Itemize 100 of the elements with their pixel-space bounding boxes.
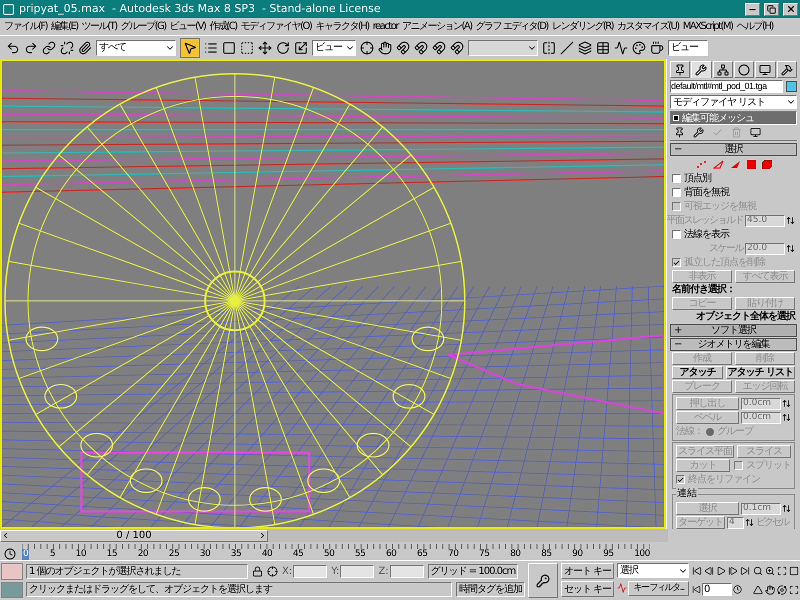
pan-icon[interactable] bbox=[765, 584, 775, 595]
square-icon[interactable] bbox=[222, 40, 236, 54]
max-listener-swatch[interactable] bbox=[1, 563, 23, 580]
palette-icon[interactable] bbox=[632, 40, 646, 54]
cup-icon[interactable] bbox=[650, 40, 664, 54]
selection-filter-dropdown[interactable]: すべて bbox=[96, 40, 176, 56]
coordinate-field[interactable] bbox=[293, 564, 328, 578]
menu-item[interactable]: MAXScript(M) bbox=[680, 19, 734, 34]
menu-item[interactable]: カスタマイズ(U) bbox=[615, 19, 681, 34]
table-icon[interactable] bbox=[596, 40, 610, 54]
layers-icon[interactable] bbox=[578, 40, 592, 54]
skip-forward-icon[interactable] bbox=[740, 566, 750, 576]
mirror-icon[interactable] bbox=[542, 40, 556, 54]
magnet-icon[interactable] bbox=[396, 40, 410, 54]
redo-icon[interactable] bbox=[24, 40, 38, 54]
paperclip-icon[interactable] bbox=[78, 40, 92, 54]
auto-key-button[interactable]: オート キー bbox=[560, 563, 614, 579]
polygon-square-icon[interactable] bbox=[746, 160, 756, 168]
magnet-icon[interactable] bbox=[450, 40, 464, 54]
checkbox[interactable] bbox=[672, 230, 681, 239]
link-icon[interactable] bbox=[42, 40, 56, 54]
vertex-dots-icon[interactable] bbox=[696, 160, 706, 168]
rollout-header[interactable]: − ジオメトリを編集 bbox=[670, 338, 797, 351]
menu-item[interactable]: ビュー(V) bbox=[168, 19, 208, 34]
time-tag-field[interactable]: 時間タグを追加 bbox=[456, 582, 525, 596]
object-color-swatch[interactable] bbox=[786, 81, 797, 92]
set-key-button[interactable] bbox=[528, 563, 558, 598]
panel-tab[interactable] bbox=[734, 61, 754, 78]
spinner-arrows-icon[interactable] bbox=[786, 244, 795, 253]
app-icon[interactable] bbox=[2, 2, 15, 16]
lock-icon[interactable] bbox=[252, 566, 263, 576]
scale-icon[interactable] bbox=[294, 40, 308, 54]
config-icon[interactable] bbox=[750, 127, 761, 138]
zoom-icon[interactable] bbox=[753, 566, 763, 576]
time-slider-thumb[interactable]: 0 / 100 bbox=[0, 530, 268, 542]
element-cube-icon[interactable] bbox=[762, 160, 772, 168]
field-of-view-icon[interactable] bbox=[753, 584, 763, 595]
zoom-extents-icon[interactable] bbox=[777, 566, 787, 576]
magnet-icon[interactable] bbox=[432, 40, 446, 54]
undo-icon[interactable] bbox=[6, 40, 20, 54]
menu-item[interactable]: アニメーション(A) bbox=[400, 19, 474, 34]
pin-icon[interactable] bbox=[674, 127, 685, 138]
minimize-button[interactable] bbox=[745, 2, 760, 16]
spinner-arrows-icon[interactable] bbox=[786, 216, 795, 225]
face-triangle-icon[interactable] bbox=[730, 160, 740, 168]
panel-tab[interactable] bbox=[712, 61, 733, 78]
unlink-icon[interactable] bbox=[60, 40, 74, 54]
move-icon[interactable] bbox=[258, 40, 272, 54]
set-key-mode-button[interactable]: セット キー bbox=[560, 581, 614, 597]
restore-button[interactable] bbox=[764, 2, 779, 16]
max-listener-swatch[interactable] bbox=[1, 582, 23, 598]
named-selection-dropdown[interactable] bbox=[468, 40, 538, 56]
key-set-dropdown[interactable]: 選択 bbox=[617, 563, 689, 578]
track-bar-icon[interactable] bbox=[4, 548, 16, 560]
dashed-square-icon[interactable] bbox=[240, 40, 254, 54]
menu-item[interactable]: キャラクタ(H) bbox=[313, 19, 371, 34]
maximize-viewport-icon[interactable] bbox=[789, 584, 799, 595]
spinner-arrows-icon[interactable] bbox=[782, 399, 791, 408]
coordinate-field[interactable] bbox=[390, 564, 424, 578]
spinner-arrows-icon[interactable] bbox=[745, 518, 754, 527]
menu-item[interactable]: 編集(E) bbox=[49, 19, 80, 34]
menu-item[interactable]: ファイル(F) bbox=[2, 19, 50, 34]
skip-back-icon[interactable] bbox=[692, 566, 702, 576]
panel-button[interactable]: アタッチ bbox=[672, 366, 723, 379]
time-slider-track[interactable]: 0 / 100 bbox=[0, 529, 668, 542]
current-frame-field[interactable]: 0 bbox=[702, 582, 732, 596]
menu-item[interactable]: ヘルプ(H) bbox=[734, 19, 775, 34]
check-icon[interactable] bbox=[712, 127, 723, 138]
menu-item[interactable]: グループ(G) bbox=[118, 19, 168, 34]
panel-tab[interactable] bbox=[776, 61, 797, 78]
wrench-icon[interactable] bbox=[693, 127, 704, 138]
rotate-icon[interactable] bbox=[276, 40, 290, 54]
step-forward-icon[interactable] bbox=[728, 566, 738, 576]
render-dropdown[interactable]: ビュー bbox=[668, 40, 708, 56]
panel-button[interactable]: アタッチ リスト bbox=[726, 366, 795, 379]
play-icon[interactable] bbox=[716, 566, 726, 576]
close-button[interactable] bbox=[783, 2, 798, 16]
checkbox[interactable] bbox=[672, 188, 681, 197]
menu-item[interactable]: モディファイヤ(O) bbox=[238, 19, 314, 34]
panel-tab[interactable] bbox=[691, 61, 712, 78]
curve-icon[interactable] bbox=[614, 40, 628, 54]
panel-tab[interactable] bbox=[755, 61, 776, 78]
rollout-header[interactable]: − 選択 bbox=[670, 143, 797, 156]
menu-item[interactable]: 作成(C) bbox=[207, 19, 239, 34]
hand-icon[interactable] bbox=[378, 40, 392, 54]
panel-tab[interactable] bbox=[670, 61, 690, 78]
zoom-all-icon[interactable] bbox=[765, 566, 775, 576]
rollout-header[interactable]: + ソフト選択 bbox=[670, 324, 797, 337]
menu-item[interactable]: グラフ エディタ(D) bbox=[474, 19, 550, 34]
modifier-list-dropdown[interactable]: モディファイヤ リスト bbox=[670, 95, 797, 109]
time-config-icon[interactable] bbox=[733, 584, 742, 594]
orbit-icon[interactable] bbox=[777, 584, 787, 595]
spinner-arrows-icon[interactable] bbox=[782, 504, 791, 513]
key-mode-icon[interactable] bbox=[692, 584, 701, 594]
step-back-icon[interactable] bbox=[704, 566, 714, 576]
coordinate-field[interactable] bbox=[340, 564, 374, 578]
menu-item[interactable]: レンダリング(R) bbox=[550, 19, 616, 34]
stack-item[interactable]: 編集可能メッシュ bbox=[671, 112, 796, 124]
absolute-mode-icon[interactable] bbox=[267, 566, 278, 576]
edge-triangle-icon[interactable] bbox=[712, 160, 724, 168]
